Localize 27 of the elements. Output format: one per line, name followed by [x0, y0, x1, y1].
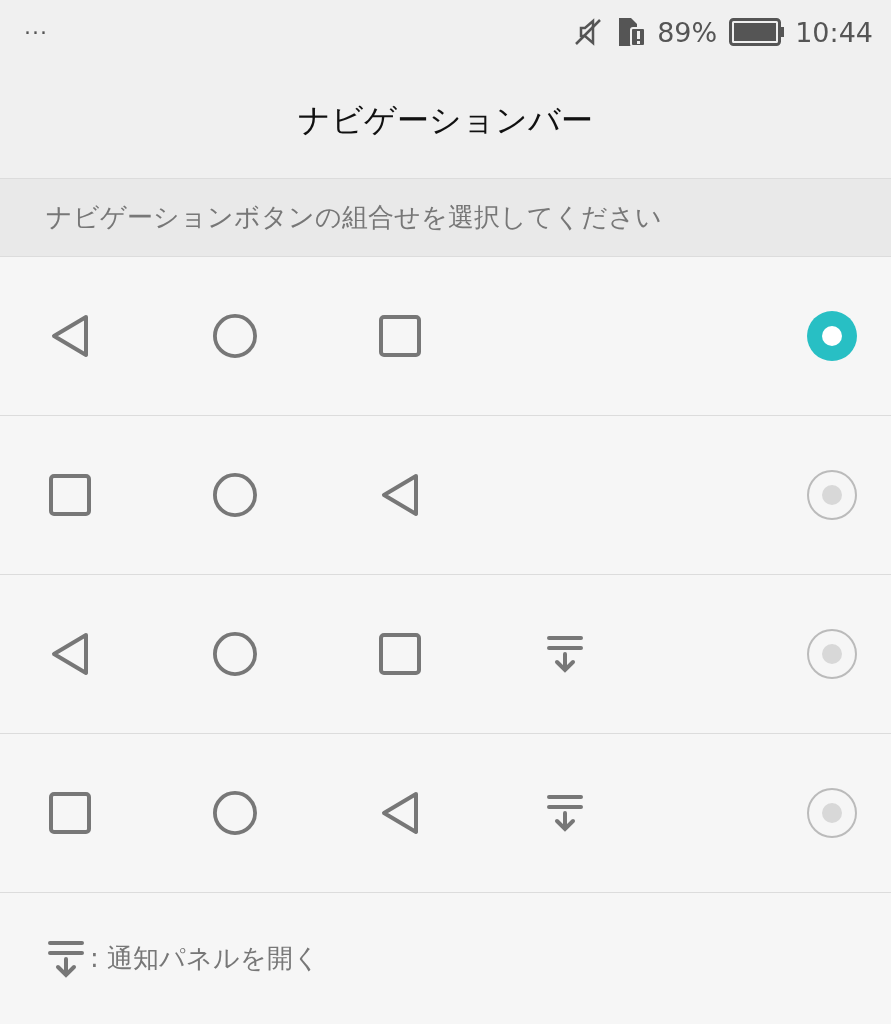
screen-title: ナビゲーションバー — [298, 100, 593, 141]
circle-icon — [213, 631, 257, 677]
pull-down-icon — [48, 939, 84, 978]
pull-down-icon — [547, 635, 583, 673]
circle-icon — [213, 790, 257, 836]
legend-text: : 通知パネルを開く — [90, 942, 321, 975]
battery-percent: 89% — [657, 16, 718, 48]
overflow-dots: ··· — [24, 19, 49, 45]
circle-icon — [213, 472, 257, 518]
section-header: ナビゲーションボタンの組合せを選択してください — [46, 201, 662, 234]
battery-icon — [729, 18, 786, 46]
triangle-icon — [50, 314, 90, 358]
square-icon — [379, 633, 421, 675]
radio-button[interactable] — [807, 311, 857, 361]
square-icon — [49, 474, 91, 516]
triangle-icon — [380, 473, 420, 517]
radio-button[interactable] — [807, 788, 857, 838]
radio-button[interactable] — [807, 629, 857, 679]
square-icon — [379, 315, 421, 357]
circle-icon — [213, 313, 257, 359]
pull-down-icon — [547, 794, 583, 832]
radio-button[interactable] — [807, 470, 857, 520]
mute-icon — [573, 17, 604, 47]
triangle-icon — [50, 632, 90, 676]
square-icon — [49, 792, 91, 834]
clock: 10:44 — [795, 16, 873, 48]
triangle-icon — [380, 791, 420, 835]
